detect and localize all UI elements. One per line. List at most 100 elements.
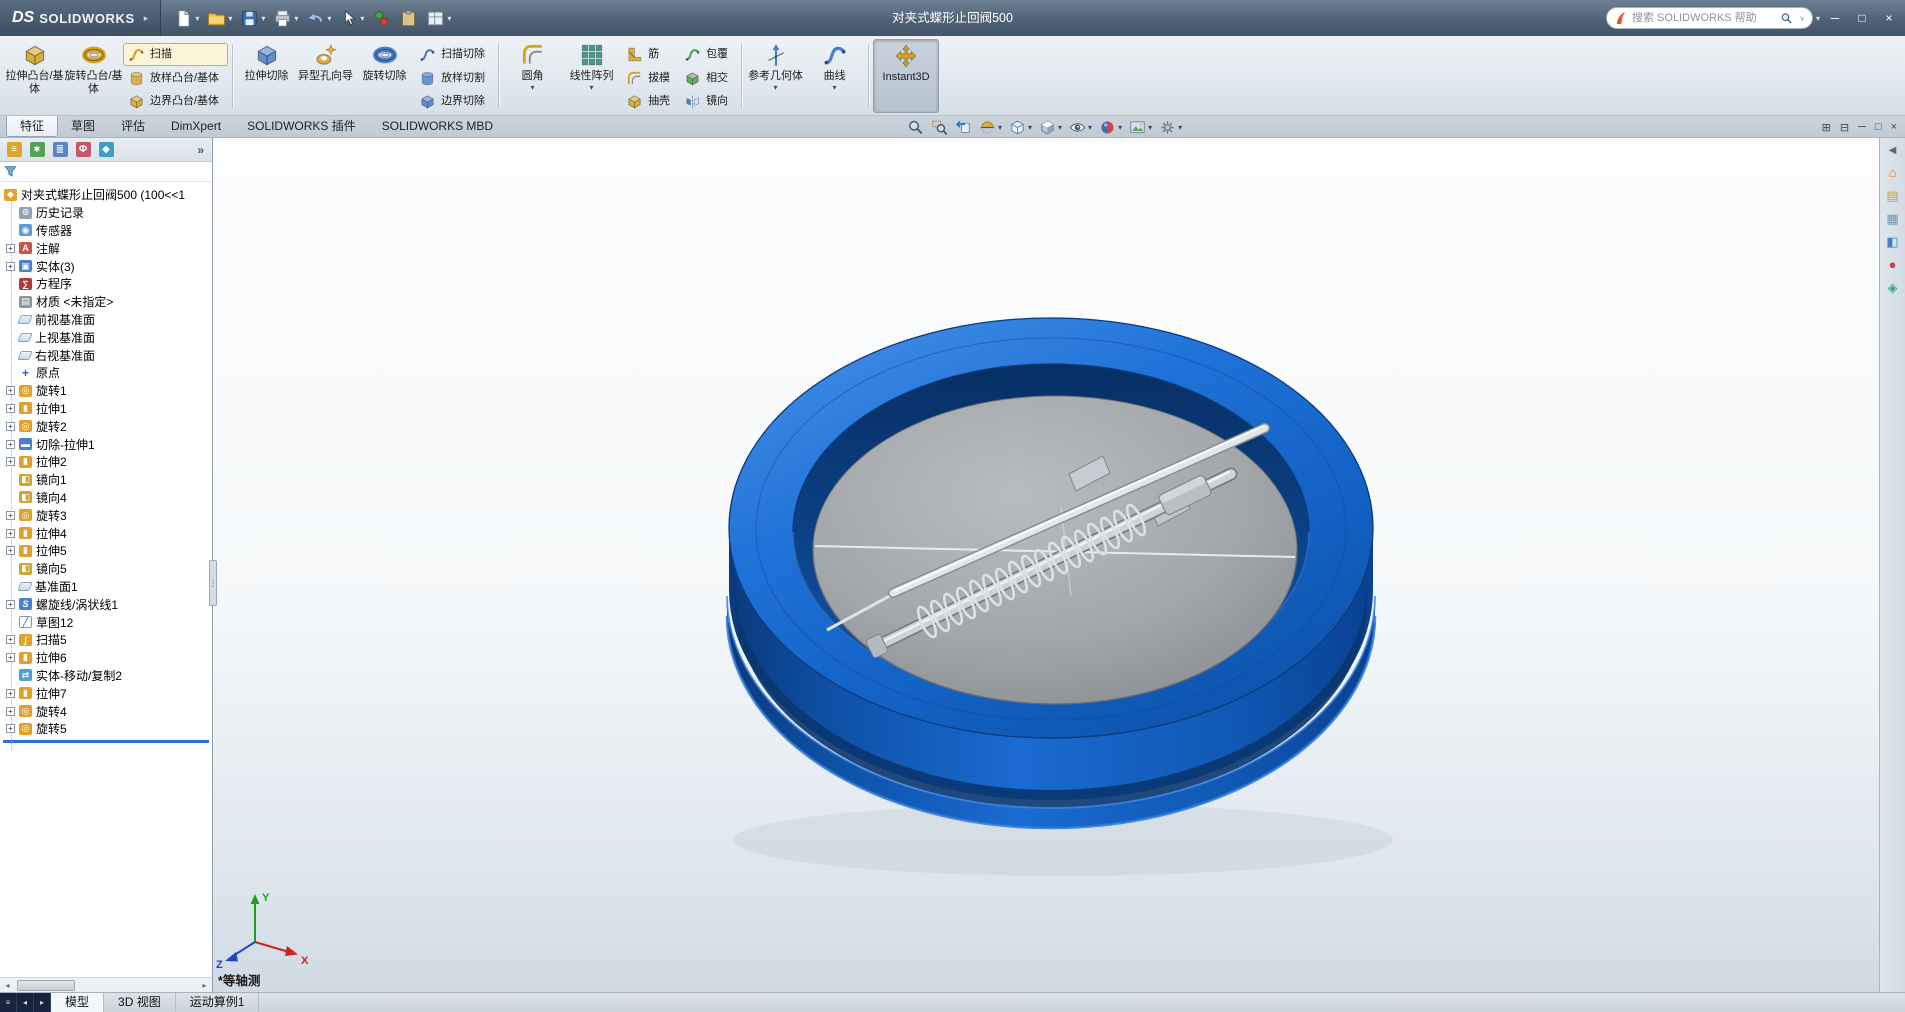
mirror-button[interactable]: 镜向 (679, 90, 737, 113)
tree-item[interactable]: + 拉伸1 (0, 400, 212, 418)
revolve-cut-button[interactable]: 旋转切除 (355, 39, 414, 113)
displaymanager-tab[interactable]: ◆ (96, 140, 116, 160)
tree-item[interactable]: + 注解 (0, 239, 212, 257)
previous-view-icon[interactable] (953, 118, 974, 137)
expand-toggle[interactable]: + (6, 422, 15, 431)
tree-item[interactable]: 传感器 (0, 222, 212, 240)
dropdown-arrow-icon[interactable]: ▾ (294, 14, 298, 23)
tree-item[interactable]: 草图12 (0, 613, 212, 631)
featuremanager-tab[interactable]: ≡ (4, 140, 24, 160)
minimize-button[interactable]: ─ (1823, 7, 1847, 29)
tree-item[interactable]: + 拉伸7 (0, 684, 212, 702)
loft-cut-button[interactable]: 放样切割 (414, 67, 494, 90)
dropdown-arrow-icon[interactable]: ▾ (1088, 123, 1092, 132)
dropdown-arrow-icon[interactable]: ▾ (998, 123, 1002, 132)
tree-item[interactable]: + 实体(3) (0, 257, 212, 275)
expand-toggle[interactable]: + (6, 653, 15, 662)
dropdown-arrow-icon[interactable]: ▾ (195, 14, 199, 23)
scroll-right-icon[interactable]: ▸ (197, 981, 212, 990)
tree-item[interactable]: 上视基准面 (0, 328, 212, 346)
expand-toggle[interactable]: + (6, 689, 15, 698)
tab-features[interactable]: 特征 (6, 116, 58, 137)
filter-funnel-icon[interactable] (4, 165, 17, 178)
pane-merge-icon[interactable]: ⊟ (1840, 121, 1849, 134)
print-button[interactable]: ▾ (270, 5, 301, 31)
zoom-area-icon[interactable] (929, 118, 950, 137)
tree-item[interactable]: 镜向4 (0, 489, 212, 507)
solidworks-logo[interactable]: DS SOLIDWORKS ▸ (0, 0, 161, 36)
linear-pattern-button[interactable]: 线性阵列 ▾ (562, 39, 621, 113)
intersect-button[interactable]: 相交 (679, 67, 737, 90)
instant3d-button[interactable]: Instant3D (873, 39, 939, 113)
sweep-button[interactable]: 扫描 (123, 43, 228, 66)
expand-toggle[interactable]: + (6, 635, 15, 644)
tree-item[interactable]: + 旋转2 (0, 417, 212, 435)
help-dropdown-icon[interactable]: ▾ (1816, 14, 1820, 23)
tree-item[interactable]: + 扫描5 (0, 631, 212, 649)
tree-root-item[interactable]: 对夹式蝶形止回阀500 (100<<1 (0, 186, 212, 204)
3d-views-tab[interactable]: 3D 视图 (104, 993, 176, 1012)
options-button[interactable]: ▾ (423, 5, 454, 31)
dropdown-arrow-icon[interactable]: ▾ (1058, 123, 1062, 132)
dropdown-arrow-icon[interactable]: ▾ (261, 14, 265, 23)
model-tab[interactable]: 模型 (51, 993, 104, 1012)
tree-item[interactable]: 镜向1 (0, 471, 212, 489)
tree-item[interactable]: 基准面1 (0, 578, 212, 596)
expand-toggle[interactable]: + (6, 457, 15, 466)
tree-item[interactable]: 右视基准面 (0, 346, 212, 364)
hole-wizard-button[interactable]: 异型孔向导 (296, 39, 355, 113)
dropdown-arrow-icon[interactable]: ▾ (833, 83, 837, 92)
task-pane-expand-icon[interactable]: ◀ (1889, 146, 1897, 156)
panel-splitter-handle[interactable]: ⋮ (209, 560, 217, 606)
expand-toggle[interactable]: + (6, 707, 15, 716)
tree-item[interactable]: + 拉伸5 (0, 542, 212, 560)
expand-toggle[interactable]: + (6, 546, 15, 555)
tree-item[interactable]: 镜向5 (0, 560, 212, 578)
tree-item[interactable]: + 拉伸4 (0, 524, 212, 542)
tree-item[interactable]: + 旋转1 (0, 382, 212, 400)
expand-toggle[interactable]: + (6, 404, 15, 413)
pane-split-icon[interactable]: ⊞ (1822, 121, 1831, 134)
rebuild-button[interactable] (369, 5, 394, 31)
save-button[interactable]: ▾ (237, 5, 268, 31)
draft-button[interactable]: 拔模 (621, 67, 679, 90)
valve-3d-model[interactable] (213, 138, 1879, 992)
doc-close-icon[interactable]: × (1891, 121, 1897, 133)
maximize-button[interactable]: □ (1850, 7, 1874, 29)
open-button[interactable]: ▾ (204, 5, 235, 31)
zoom-fit-icon[interactable] (905, 118, 926, 137)
dropdown-arrow-icon[interactable]: ▾ (228, 14, 232, 23)
tree-item[interactable]: + 旋转3 (0, 506, 212, 524)
dropdown-arrow-icon[interactable]: ▾ (327, 14, 331, 23)
dropdown-arrow-icon[interactable]: ▾ (360, 14, 364, 23)
graphics-viewport[interactable]: Y X Z *等轴测 (213, 138, 1879, 992)
expand-toggle[interactable]: + (6, 440, 15, 449)
expand-toggle[interactable]: + (6, 529, 15, 538)
tab-solidworks-addins[interactable]: SOLIDWORKS 插件 (234, 116, 369, 137)
tree-item[interactable]: + 拉伸2 (0, 453, 212, 471)
tree-item[interactable]: + 螺旋线/涡状线1 (0, 595, 212, 613)
help-search-box[interactable]: ▾ (1606, 7, 1813, 29)
search-input[interactable] (1632, 12, 1775, 24)
revolve-boss-button[interactable]: 旋转凸台/基体 (64, 39, 123, 113)
close-button[interactable]: × (1877, 7, 1901, 29)
motionmanager-button-3[interactable]: ▸ (34, 993, 51, 1012)
doc-restore-icon[interactable]: □ (1875, 121, 1882, 133)
tree-item[interactable]: + 拉伸6 (0, 649, 212, 667)
curves-button[interactable]: 曲线 ▾ (805, 39, 864, 113)
expand-toggle[interactable]: + (6, 511, 15, 520)
tree-item[interactable]: 材质 <未指定> (0, 293, 212, 311)
dropdown-arrow-icon[interactable]: ▾ (1118, 123, 1122, 132)
tree-item[interactable]: + 切除-拉伸1 (0, 435, 212, 453)
display-style-icon[interactable]: ▾ (1037, 118, 1064, 137)
tree-item[interactable]: 前视基准面 (0, 311, 212, 329)
custom-properties-icon[interactable]: ◈ (1888, 281, 1898, 294)
expand-toggle[interactable]: + (6, 724, 15, 733)
expand-toggle[interactable]: + (6, 244, 15, 253)
tree-item[interactable]: 历史记录 (0, 204, 212, 222)
reference-geometry-button[interactable]: 参考几何体 ▾ (746, 39, 805, 113)
rib-button[interactable]: 筋 (621, 43, 679, 66)
tree-item[interactable]: 原点 (0, 364, 212, 382)
loft-boss-button[interactable]: 放样凸台/基体 (123, 67, 228, 90)
tab-sketch[interactable]: 草图 (58, 116, 108, 137)
